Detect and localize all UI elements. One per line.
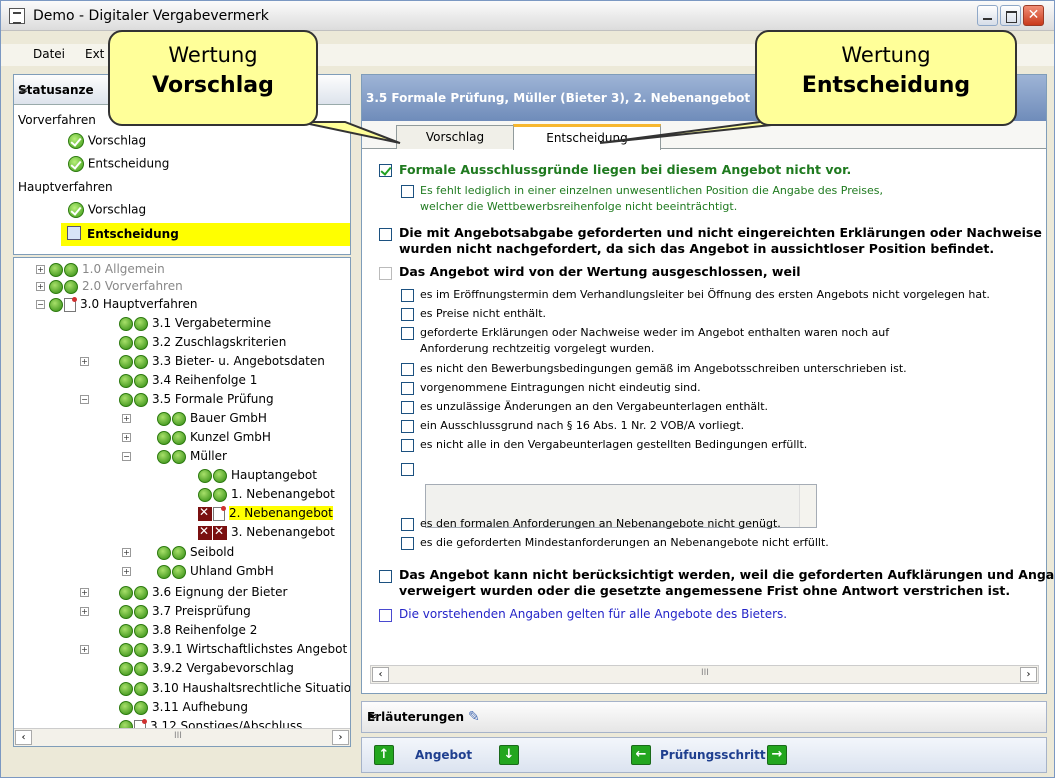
callout-wertung-entscheidung: Wertung Entscheidung (755, 30, 1017, 126)
callout-left-line1: Wertung (168, 43, 258, 67)
callout-left-line2: Vorschlag (152, 73, 274, 98)
callout-wertung-vorschlag: Wertung Vorschlag (108, 30, 318, 126)
callout-right-line1: Wertung (841, 43, 931, 67)
callout-right-line2: Entscheidung (801, 73, 971, 98)
